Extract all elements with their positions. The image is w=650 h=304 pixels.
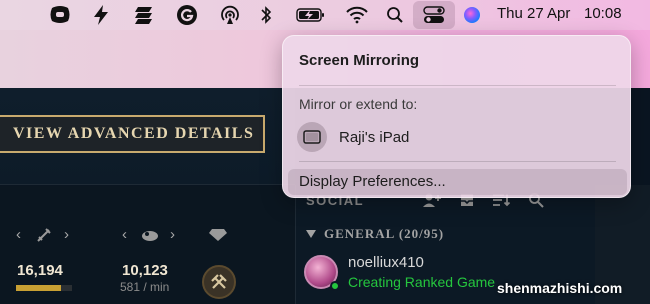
spotlight-search-icon[interactable]	[386, 4, 404, 26]
control-center-icon[interactable]	[423, 4, 445, 26]
game-header-panel: VIEW ADVANCED DETAILS	[0, 88, 295, 185]
group-header-general[interactable]: GENERAL (20/95)	[324, 226, 444, 242]
ipad-device-icon[interactable]	[297, 122, 327, 152]
siri-icon[interactable]	[462, 4, 482, 26]
stats-panel: ‹ › ‹ › 16,194 10,123 581 / min	[0, 186, 295, 304]
prev-arrow-icon[interactable]: ‹	[16, 226, 21, 243]
display-preferences-label: Display Preferences...	[299, 173, 446, 190]
stat-bar	[16, 285, 72, 291]
friend-name[interactable]: noelliux410	[348, 254, 424, 271]
mirror-section-label: Mirror or extend to:	[299, 96, 418, 112]
online-status-dot	[330, 281, 340, 291]
divider	[299, 161, 616, 162]
next-arrow-icon[interactable]: ›	[170, 226, 175, 243]
next-arrow-icon[interactable]: ›	[64, 226, 69, 243]
menu-clock-date[interactable]: Thu 27 Apr	[497, 5, 570, 22]
fist-app-icon[interactable]	[48, 4, 72, 26]
divider	[299, 85, 616, 86]
gem-icon	[209, 229, 227, 241]
prev-arrow-icon[interactable]: ‹	[122, 226, 127, 243]
stat-value: 16,194	[17, 262, 63, 279]
bolt-icon[interactable]	[92, 4, 110, 26]
menu-bar: Thu 27 Apr 10:08	[0, 0, 650, 30]
bluetooth-icon[interactable]	[259, 4, 273, 26]
wifi-icon[interactable]	[346, 4, 368, 26]
stat-rate: 581 / min	[120, 280, 170, 294]
collapse-caret-icon[interactable]	[306, 230, 316, 238]
layers-app-icon[interactable]	[132, 4, 156, 26]
grammarly-icon[interactable]	[176, 4, 198, 26]
friend-status: Creating Ranked Game	[348, 274, 496, 290]
popover-title: Screen Mirroring	[299, 52, 420, 69]
display-preferences-item[interactable]: Display Preferences...	[288, 169, 627, 195]
hammer-icon[interactable]	[202, 265, 236, 299]
view-advanced-details-button[interactable]: VIEW ADVANCED DETAILS	[0, 115, 265, 153]
watermark: shenmazhishi.com	[497, 280, 623, 296]
sword-icon	[37, 228, 51, 242]
stat-value: 10,123	[122, 262, 168, 279]
battery-charging-icon[interactable]	[296, 4, 326, 26]
airdrop-icon[interactable]	[219, 4, 241, 26]
screen-mirroring-popover: Screen Mirroring Mirror or extend to: Ra…	[282, 35, 631, 198]
menu-clock-time[interactable]: 10:08	[584, 5, 622, 22]
device-item-label[interactable]: Raji's iPad	[339, 129, 409, 146]
minion-icon	[142, 231, 158, 241]
